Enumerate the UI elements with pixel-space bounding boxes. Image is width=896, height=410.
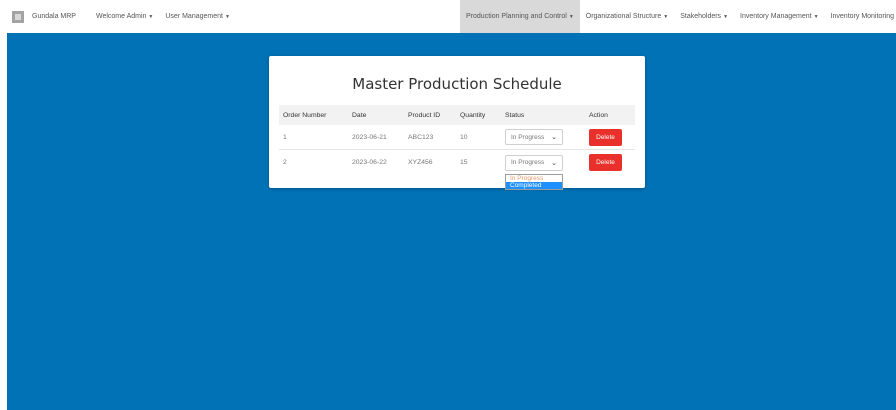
status-select-value: In Progress <box>511 133 545 141</box>
nav-inventory-monitoring[interactable]: Inventory Monitoring <box>825 0 896 33</box>
caret-down-icon: ▼ <box>224 13 230 20</box>
header-status: Status <box>505 111 525 119</box>
cell-action: Delete <box>585 128 635 146</box>
schedule-table: Order Number Date Product ID Quantity St… <box>279 105 635 175</box>
cell-status: In Progress ⌄ <box>501 154 585 171</box>
nav-production-planning[interactable]: Production Planning and Control ▼ <box>460 0 580 33</box>
top-navbar: Gundala MRP Welcome Admin ▼ User Managem… <box>0 0 896 33</box>
app-logo-icon <box>12 10 24 23</box>
caret-down-icon: ▼ <box>148 13 154 20</box>
nav-welcome-label: Welcome Admin <box>95 13 147 20</box>
cell-quantity: 15 <box>460 159 468 166</box>
nav-organizational-structure-label: Organizational Structure <box>585 13 662 20</box>
nav-user-management-label: User Management <box>165 13 223 20</box>
chevron-down-icon: ⌄ <box>551 159 557 167</box>
cell-product-id: XYZ456 <box>408 159 433 166</box>
cell-status: In Progress ⌄ <box>501 129 585 145</box>
status-select[interactable]: In Progress ⌄ <box>505 154 563 171</box>
cell-date: 2023-06-21 <box>352 133 387 141</box>
cell-action: Delete <box>585 154 635 171</box>
brand-name: Gundala MRP <box>32 13 76 20</box>
chevron-down-icon: ⌄ <box>551 134 557 141</box>
cell-quantity: 10 <box>460 133 468 141</box>
nav-production-planning-label: Production Planning and Control <box>466 13 567 20</box>
status-dropdown-list: In Progress Completed <box>505 174 563 190</box>
table-header: Order Number Date Product ID Quantity St… <box>279 105 635 125</box>
dropdown-option-completed[interactable]: Completed <box>506 182 562 189</box>
brand[interactable]: Gundala MRP <box>0 0 90 33</box>
header-quantity: Quantity <box>460 111 486 119</box>
caret-down-icon: ▼ <box>813 13 819 20</box>
table-row: 2 2023-06-22 XYZ456 15 In Progress ⌄ Del… <box>279 150 635 175</box>
cell-order-number: 2 <box>283 159 287 166</box>
nav-inventory-monitoring-label: Inventory Monitoring <box>830 13 894 20</box>
header-product-id: Product ID <box>408 111 441 119</box>
nav-user-management[interactable]: User Management ▼ <box>159 0 236 33</box>
dropdown-option-in-progress[interactable]: In Progress <box>506 175 562 182</box>
schedule-card: Master Production Schedule Order Number … <box>269 56 645 188</box>
page-title: Master Production Schedule <box>352 75 562 93</box>
status-select[interactable]: In Progress ⌄ <box>505 129 563 145</box>
header-order-number: Order Number <box>283 111 327 119</box>
header-date: Date <box>352 111 367 119</box>
header-action: Action <box>589 111 608 119</box>
nav-stakeholders-label: Stakeholders <box>680 13 722 20</box>
delete-button[interactable]: Delete <box>589 154 622 171</box>
nav-inventory-management[interactable]: Inventory Management ▼ <box>734 0 825 33</box>
nav-welcome-admin[interactable]: Welcome Admin ▼ <box>90 0 159 33</box>
cell-product-id: ABC123 <box>408 133 434 141</box>
cell-date: 2023-06-22 <box>352 159 387 166</box>
nav-inventory-management-label: Inventory Management <box>740 13 812 20</box>
delete-button[interactable]: Delete <box>589 128 622 146</box>
status-select-value: In Progress <box>511 159 545 166</box>
caret-down-icon: ▼ <box>663 13 669 20</box>
cell-order-number: 1 <box>283 133 287 141</box>
caret-down-icon: ▼ <box>568 13 574 20</box>
nav-organizational-structure[interactable]: Organizational Structure ▼ <box>580 0 674 33</box>
table-row: 1 2023-06-21 ABC123 10 In Progress ⌄ Del… <box>279 125 635 150</box>
caret-down-icon: ▼ <box>723 13 729 20</box>
nav-stakeholders[interactable]: Stakeholders ▼ <box>674 0 734 33</box>
